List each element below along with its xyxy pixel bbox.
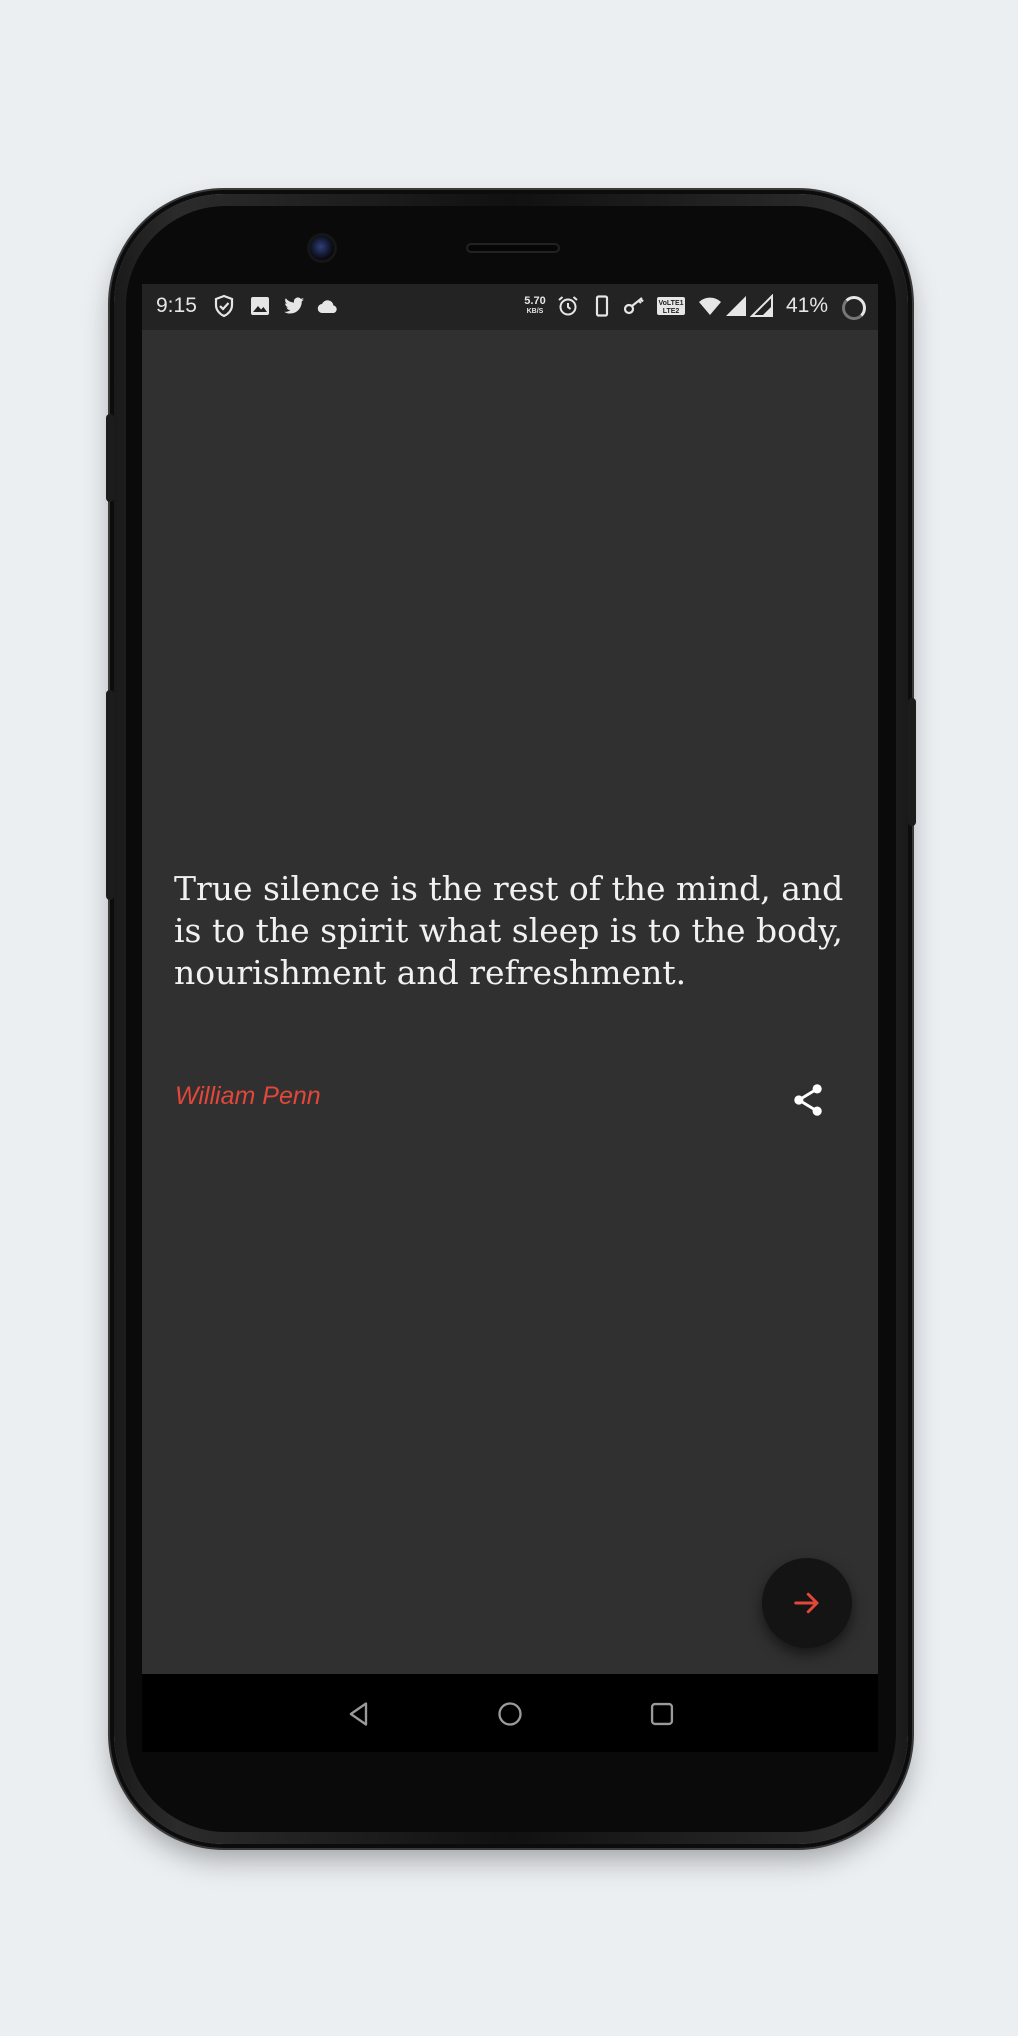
share-icon [794, 1084, 822, 1116]
navigation-bar [142, 1674, 878, 1752]
signal-icon [726, 296, 746, 316]
network-speed-value: 5.70 [524, 295, 546, 307]
home-icon [498, 1702, 522, 1726]
battery-ring-icon [842, 296, 866, 320]
phone-side-button-left-top [106, 414, 114, 502]
quote-author[interactable]: William Penn [175, 1082, 321, 1111]
network-speed-unit: KB/S [526, 308, 544, 315]
nav-home-button[interactable] [485, 1689, 535, 1739]
image-icon [251, 297, 269, 315]
battery-percent: 41% [786, 294, 829, 317]
signal-icon [750, 294, 773, 317]
alarm-icon [558, 296, 578, 316]
arrow-right-icon [794, 1592, 819, 1614]
front-camera [310, 236, 334, 260]
phone-side-button-right [908, 698, 916, 826]
quote-text: True silence is the rest of the mind, an… [174, 869, 844, 992]
key-icon [623, 297, 644, 315]
twitter-icon [284, 297, 304, 314]
status-time: 9:15 [156, 294, 197, 317]
next-quote-button[interactable] [762, 1558, 852, 1648]
app-screen: 9:15 5.70 KB/S VoLTE1 LTE2 41% True sile… [142, 284, 878, 1752]
cloud-icon [317, 300, 337, 314]
back-icon [349, 1702, 368, 1726]
volte-icon: VoLTE1 LTE2 [657, 297, 685, 315]
nav-recents-button[interactable] [637, 1689, 687, 1739]
phone-side-button-left-bottom [106, 690, 114, 900]
earpiece-speaker [466, 243, 560, 253]
shield-check-icon [214, 294, 234, 318]
phone-icon [595, 295, 609, 317]
share-button[interactable] [786, 1078, 830, 1122]
status-bar: 9:15 5.70 KB/S VoLTE1 LTE2 41% [142, 284, 878, 330]
nav-back-button[interactable] [334, 1689, 384, 1739]
svg-text:LTE2: LTE2 [663, 308, 680, 315]
recents-icon [650, 1702, 674, 1726]
wifi-icon [699, 297, 721, 315]
svg-text:VoLTE1: VoLTE1 [658, 300, 683, 307]
network-speed: 5.70 KB/S [518, 296, 552, 316]
